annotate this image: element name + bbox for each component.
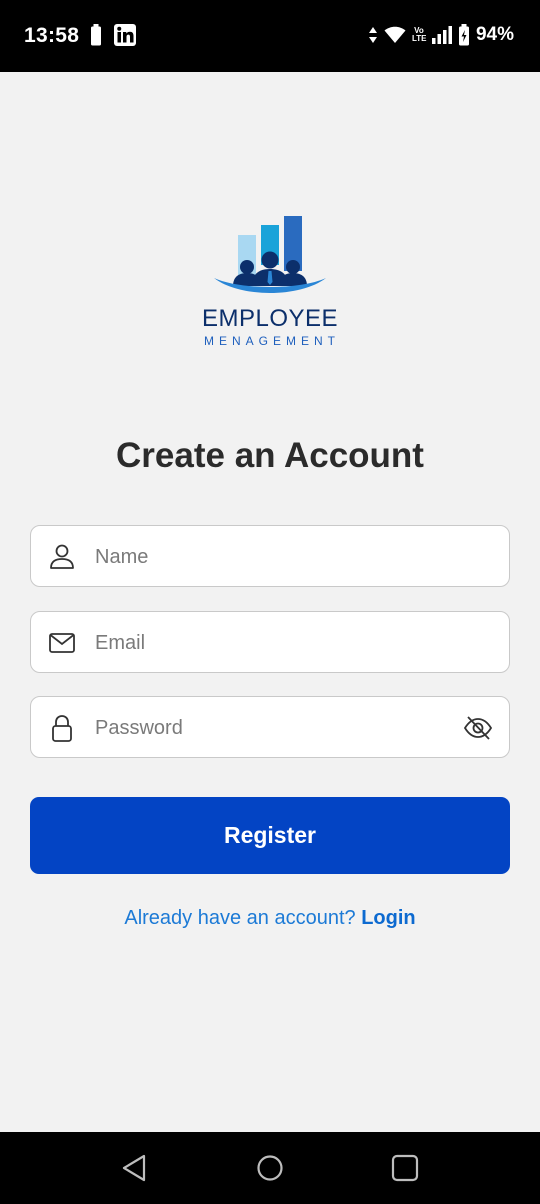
name-field[interactable] — [30, 525, 510, 588]
password-input[interactable] — [93, 697, 457, 759]
password-field[interactable] — [30, 696, 510, 759]
status-bar: 13:58 Vo LTE 94% — [0, 0, 540, 72]
status-left-icons — [90, 24, 136, 46]
email-input[interactable] — [93, 612, 457, 674]
page-title: Create an Account — [116, 436, 424, 475]
login-prompt: Already have an account? Login — [0, 907, 540, 930]
battery-icon — [458, 24, 469, 46]
status-right: Vo LTE 94% — [368, 24, 514, 46]
volte-icon: Vo LTE — [411, 26, 427, 43]
recents-icon[interactable] — [389, 1152, 421, 1184]
login-prompt-text: Already have an account? — [124, 907, 362, 929]
linkedin-icon — [114, 24, 136, 46]
battery-percent: 94% — [475, 24, 514, 45]
wifi-icon — [384, 26, 406, 43]
signal-icon — [431, 26, 452, 44]
logo-wordmark: EMPLOYEE — [201, 305, 339, 332]
data-arrows-icon — [368, 27, 377, 43]
battery-small-icon — [91, 24, 101, 46]
logo-subtitle: MENAGEMENT — [203, 334, 340, 348]
mail-icon — [49, 633, 75, 653]
eye-off-icon[interactable] — [463, 713, 493, 743]
navigation-bar — [0, 1132, 540, 1204]
person-icon — [50, 544, 74, 569]
back-icon[interactable] — [118, 1152, 150, 1184]
login-link[interactable]: Login — [361, 907, 415, 929]
email-field[interactable] — [30, 611, 510, 674]
register-button[interactable]: Register — [30, 797, 510, 874]
name-input[interactable] — [93, 526, 457, 588]
status-time: 13:58 — [24, 24, 80, 47]
home-icon[interactable] — [254, 1152, 286, 1184]
lock-icon — [52, 715, 72, 742]
